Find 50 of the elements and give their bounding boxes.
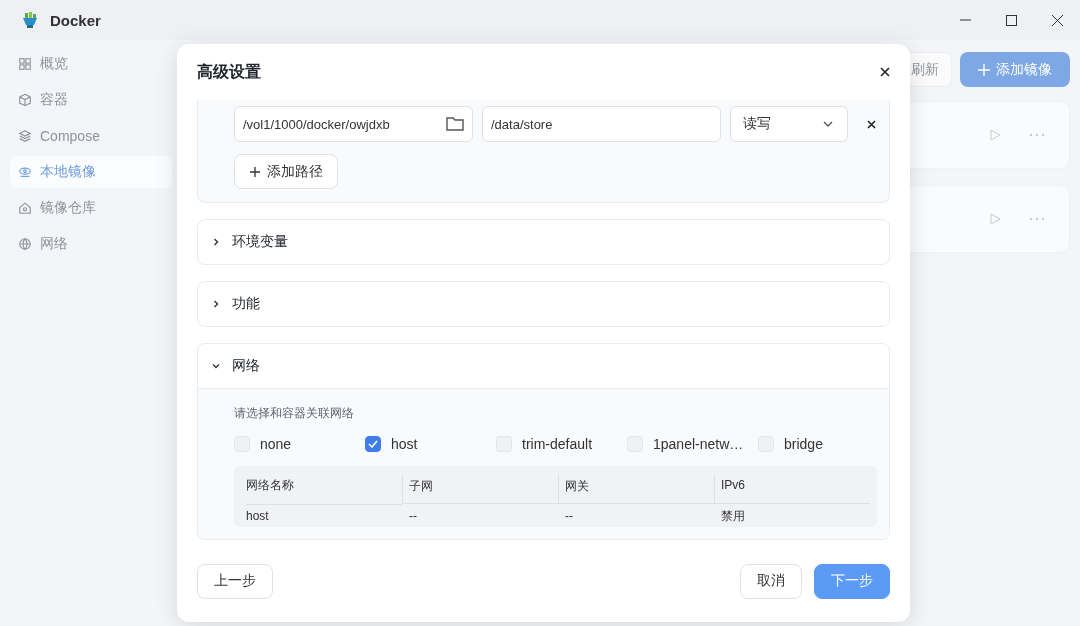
chevron-down-icon xyxy=(212,362,220,370)
chevron-down-icon xyxy=(823,121,833,127)
column-header: 网关 xyxy=(558,474,714,504)
network-option[interactable]: trim-default xyxy=(496,436,627,452)
dialog-title: 高级设置 xyxy=(197,61,261,82)
cube-icon xyxy=(18,93,32,107)
more-icon[interactable] xyxy=(1029,133,1045,137)
table-cell-text: 禁用 xyxy=(720,507,746,525)
plus-icon xyxy=(978,63,990,76)
add-path-button[interactable]: 添加路径 xyxy=(234,154,338,189)
plus-icon xyxy=(249,165,261,178)
close-icon[interactable] xyxy=(1051,14,1063,26)
folder-icon[interactable] xyxy=(446,116,464,132)
window-title: Docker xyxy=(50,11,101,29)
table-cell-text: -- xyxy=(564,508,574,525)
column-header: 子网 xyxy=(402,474,558,504)
cancel-button[interactable]: 取消 xyxy=(740,563,802,599)
close-icon[interactable] xyxy=(880,67,890,77)
remove-icon[interactable] xyxy=(867,119,876,129)
layers-icon xyxy=(18,129,32,143)
checkbox[interactable] xyxy=(365,436,381,452)
column-header: 网络名称 xyxy=(246,466,402,505)
network-option[interactable]: 1panel-netw… xyxy=(627,436,758,452)
hint-text: 请选择和容器关联网络 xyxy=(234,405,355,422)
section-header[interactable]: 功能 xyxy=(198,282,889,326)
minimize-icon[interactable] xyxy=(959,19,971,21)
network-option[interactable]: host xyxy=(365,436,496,452)
logo-icon xyxy=(20,10,40,30)
more-icon[interactable] xyxy=(1029,217,1045,221)
network-option[interactable]: none xyxy=(234,436,365,452)
globe-icon xyxy=(18,237,32,251)
chevron-right-icon xyxy=(212,238,220,246)
host-path-field[interactable]: /vol1/1000/docker/owjdxb xyxy=(234,106,473,142)
table-cell-text: host xyxy=(246,508,270,525)
container-path-field[interactable]: /data/store xyxy=(482,106,721,142)
chevron-right-icon xyxy=(212,300,220,308)
eye-icon xyxy=(18,165,32,179)
mode-select[interactable]: 读写 xyxy=(730,106,848,142)
table-cell-text: -- xyxy=(408,508,418,525)
column-header: IPv6 xyxy=(714,474,870,504)
check-icon xyxy=(368,440,378,448)
grid-icon xyxy=(18,57,32,71)
back-button[interactable]: 上一步 xyxy=(197,563,273,599)
section-header[interactable]: 网络 xyxy=(198,344,889,388)
section-header[interactable]: 环境变量 xyxy=(198,220,889,264)
maximize-icon[interactable] xyxy=(1005,14,1017,26)
network-option[interactable]: bridge xyxy=(758,436,889,452)
house-icon xyxy=(18,201,32,215)
play-icon[interactable] xyxy=(989,213,1001,225)
play-icon[interactable] xyxy=(989,129,1001,141)
